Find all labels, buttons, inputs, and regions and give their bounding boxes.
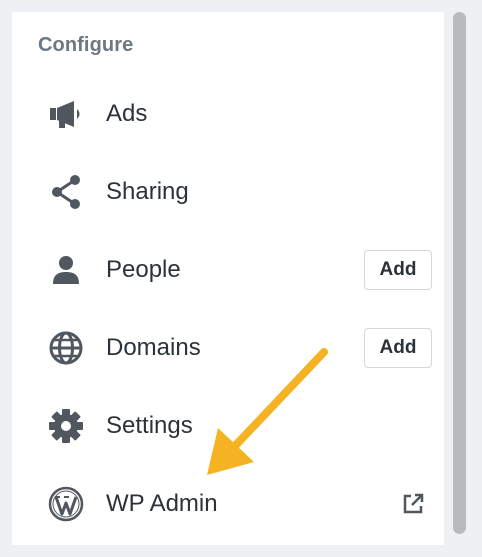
menu-item-label: Settings (106, 412, 193, 439)
megaphone-icon (46, 94, 86, 134)
menu-item-domains[interactable]: Domains Add (12, 313, 444, 383)
menu-item-settings[interactable]: Settings (12, 391, 444, 461)
configure-panel: Configure Ads Sharing People Add Domains… (12, 12, 444, 545)
screenshot-stage: Configure Ads Sharing People Add Domains… (0, 0, 482, 557)
menu-item-people[interactable]: People Add (12, 235, 444, 305)
menu-item-label: People (106, 256, 181, 283)
menu-item-sharing[interactable]: Sharing (12, 157, 444, 227)
globe-icon (46, 328, 86, 368)
gear-icon (46, 406, 86, 446)
external-link-icon[interactable] (400, 491, 426, 517)
menu-item-label: WP Admin (106, 490, 218, 517)
share-icon (46, 172, 86, 212)
menu-item-label: Sharing (106, 178, 189, 205)
menu-item-wp-admin[interactable]: WP Admin (12, 469, 444, 539)
add-domain-button[interactable]: Add (364, 328, 432, 368)
wordpress-icon (46, 484, 86, 524)
person-icon (46, 250, 86, 290)
add-people-button[interactable]: Add (364, 250, 432, 290)
menu-item-label: Domains (106, 334, 201, 361)
menu-item-ads[interactable]: Ads (12, 79, 444, 149)
scrollbar-thumb[interactable] (453, 12, 466, 534)
menu-item-label: Ads (106, 100, 148, 127)
section-title: Configure (38, 34, 134, 56)
